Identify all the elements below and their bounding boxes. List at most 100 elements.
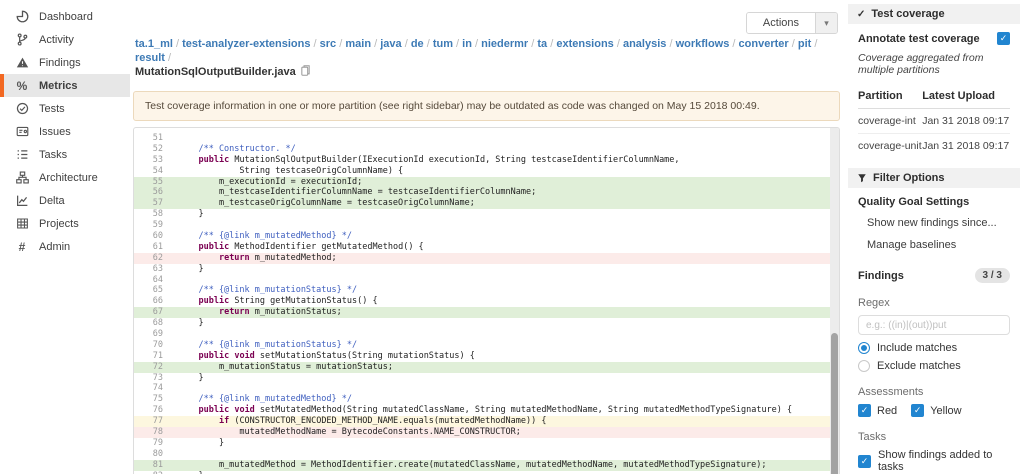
sidebar-item-issues[interactable]: Issues — [0, 120, 130, 143]
sidebar-item-tests[interactable]: Tests — [0, 97, 130, 120]
line-number: 73 — [152, 372, 163, 383]
code-line: 55 m_executionId = executionId; — [134, 176, 839, 188]
code-line: 82 } — [134, 471, 839, 474]
breadcrumb-segment[interactable]: niedermr — [481, 38, 528, 50]
code-text: if (CONSTRUCTOR_ENCODED_METHOD_NAME.equa… — [218, 416, 547, 427]
actions-caret[interactable]: ▾ — [815, 13, 837, 33]
code-text: String testcaseOrigColumnName) { — [178, 165, 404, 176]
code-text: public MutationSqlOutputBuilder(IExecuti… — [198, 154, 680, 165]
sidebar-item-tasks[interactable]: Tasks — [0, 143, 130, 166]
line-number: 61 — [152, 241, 163, 252]
breadcrumb-segment[interactable]: analysis — [623, 38, 666, 50]
breadcrumb-segment[interactable]: in — [462, 38, 472, 50]
assessment-option-yellow: ✓ Yellow — [911, 404, 962, 417]
breadcrumb-segment[interactable]: workflows — [676, 38, 730, 50]
show-new-findings-link[interactable]: Show new findings since... — [858, 212, 1010, 234]
code-line: 74 — [134, 383, 839, 394]
code-line: 65 /** {@link m_mutationStatus} */ — [134, 285, 839, 296]
sidebar-item-architecture[interactable]: Architecture — [0, 166, 130, 189]
breadcrumb-segment[interactable]: converter — [739, 38, 789, 50]
line-number: 63 — [152, 263, 163, 274]
filter-options-section: Quality Goal Settings Show new findings … — [848, 188, 1020, 474]
sidebar-item-metrics[interactable]: % Metrics — [0, 74, 130, 97]
line-number: 55 — [152, 176, 163, 187]
radio-button[interactable] — [858, 342, 870, 354]
filter-options-title: Filter Options — [873, 172, 945, 184]
test-coverage-section-header[interactable]: ✓ Test coverage — [848, 4, 1020, 24]
sidebar-item-delta[interactable]: Delta — [0, 189, 130, 212]
sidebar-item-admin[interactable]: # Admin — [0, 235, 130, 258]
code-line: 71 public void setMutationStatus(String … — [134, 351, 839, 362]
sidebar-item-dashboard[interactable]: Dashboard — [0, 5, 130, 28]
code-text: m_testcaseIdentifierColumnName = testcas… — [178, 187, 537, 198]
manage-baselines-link[interactable]: Manage baselines — [858, 234, 1010, 256]
annotate-coverage-checkbox[interactable]: ✓ — [997, 32, 1010, 45]
code-scrollbar-thumb[interactable] — [831, 333, 838, 474]
breadcrumb-segment[interactable]: src — [320, 38, 337, 50]
issues-icon — [15, 125, 29, 139]
findings-heading: Findings — [858, 269, 904, 282]
code-text: } — [178, 209, 204, 220]
code-text: public MethodIdentifier getMutatedMethod… — [198, 241, 424, 252]
code-text: return m_mutationStatus; — [218, 307, 342, 318]
breadcrumb-segment[interactable]: main — [345, 38, 371, 50]
line-number: 76 — [152, 405, 163, 416]
latest-upload-column-header: Latest Upload — [922, 86, 1010, 109]
breadcrumb-segment[interactable]: pit — [798, 38, 811, 50]
sidebar-item-findings[interactable]: Findings — [0, 51, 130, 74]
code-line: 51 — [134, 133, 839, 144]
breadcrumb-segment[interactable]: tum — [433, 38, 453, 50]
assessment-label: Red — [877, 404, 898, 417]
assessment-checkbox[interactable]: ✓ — [911, 404, 925, 417]
breadcrumb-segment[interactable]: java — [380, 38, 401, 50]
sidebar-item-projects[interactable]: Projects — [0, 212, 130, 235]
code-line: 81 m_mutatedMethod = MethodIdentifier.cr… — [134, 459, 839, 471]
code-text: mutatedMethodName = BytecodeConstants.NA… — [178, 427, 521, 438]
radio-option-exclude-matches: Exclude matches — [858, 360, 1010, 372]
code-text: /** {@link m_mutatedMethod} */ — [178, 394, 352, 405]
actions-button-label[interactable]: Actions — [746, 13, 815, 33]
sidebar-item-label: Issues — [39, 125, 71, 138]
line-number: 56 — [152, 187, 163, 198]
assessment-option-red: ✓ Red — [858, 404, 897, 417]
annotate-coverage-label: Annotate test coverage — [858, 32, 980, 45]
sidebar-item-label: Projects — [39, 217, 79, 230]
tasks-label: Tasks — [858, 431, 887, 443]
actions-button[interactable]: Actions ▾ — [745, 12, 838, 34]
line-number: 65 — [152, 285, 163, 296]
filter-options-section-header[interactable]: Filter Options — [848, 168, 1020, 188]
line-number: 64 — [152, 274, 163, 285]
code-line: 60 /** {@link m_mutatedMethod} */ — [134, 231, 839, 242]
sidebar-item-activity[interactable]: Activity — [0, 28, 130, 51]
code-line: 59 — [134, 220, 839, 231]
breadcrumb-segment[interactable]: extensions — [556, 38, 613, 50]
line-number: 75 — [152, 394, 163, 405]
regex-input[interactable] — [858, 315, 1010, 335]
code-line: 66 public String getMutationStatus() { — [134, 296, 839, 307]
breadcrumb-segment[interactable]: de — [411, 38, 424, 50]
code-text: public void setMutatedMethod(String muta… — [198, 405, 793, 416]
line-number: 54 — [152, 165, 163, 176]
radio-button[interactable] — [858, 360, 870, 372]
partition-name: coverage-int — [858, 108, 923, 134]
content-header: Actions ▾ — [133, 0, 840, 36]
tasks-checkbox[interactable]: ✓ — [858, 454, 871, 468]
breadcrumb-segment[interactable]: ta — [537, 38, 547, 50]
code-line: 52 /** Constructor. */ — [134, 144, 839, 155]
breadcrumb-segment[interactable]: result — [135, 52, 165, 64]
code-text: /** {@link m_mutatedMethod} */ — [178, 231, 352, 242]
architecture-icon — [15, 171, 29, 185]
partition-row: coverage-int Jan 31 2018 09:17 — [858, 108, 1010, 134]
app-window: Dashboard Activity Findings% Metrics Tests Is… — [0, 0, 1020, 474]
code-text: return m_mutatedMethod; — [218, 252, 337, 263]
breadcrumb-segment[interactable]: test-analyzer-extensions — [182, 38, 310, 50]
findings-count-badge: 3 / 3 — [974, 268, 1010, 283]
breadcrumb-segment[interactable]: ta.1_ml — [135, 38, 173, 50]
code-line: 69 — [134, 329, 839, 340]
assessment-checkbox[interactable]: ✓ — [858, 404, 871, 417]
code-scrollbar-track[interactable] — [830, 128, 839, 474]
copy-icon[interactable] — [301, 65, 310, 80]
